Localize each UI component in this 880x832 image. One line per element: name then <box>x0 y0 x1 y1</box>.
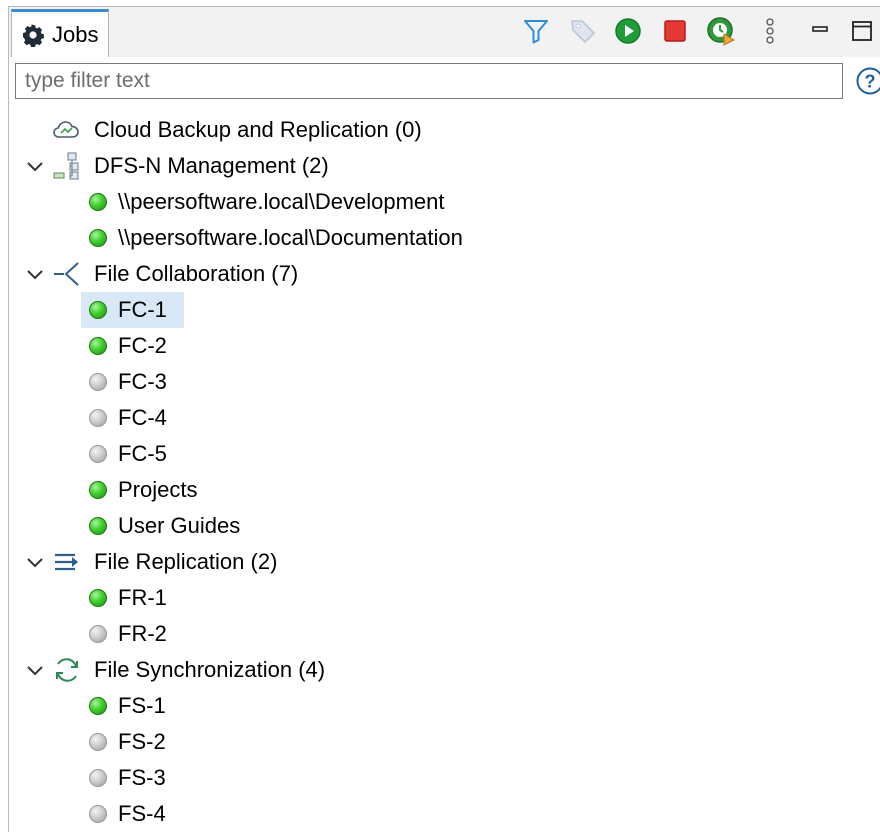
tree-item-label: FS-2 <box>118 724 166 760</box>
tree-group[interactable]: Cloud Backup and Replication (0) <box>9 112 869 148</box>
tree-item[interactable]: FS-2 <box>9 724 869 760</box>
tree-item-label: \\peersoftware.local\Development <box>118 184 445 220</box>
tree-item-label: FS-3 <box>118 760 166 796</box>
tree-item[interactable]: FR-1 <box>9 580 869 616</box>
chevron-down-icon[interactable] <box>25 264 45 284</box>
run-scheduled-icon <box>706 16 736 46</box>
collaboration-icon <box>52 259 82 289</box>
tag-icon <box>569 17 597 45</box>
tree-item-label: FS-1 <box>118 688 166 724</box>
tab-jobs[interactable]: Jobs <box>11 9 109 57</box>
status-gray-icon <box>89 409 107 427</box>
tree-group-label: DFS-N Management (2) <box>94 148 329 184</box>
start-button[interactable] <box>613 16 643 46</box>
maximize-button[interactable] <box>847 16 877 46</box>
sync-icon <box>52 655 82 685</box>
stop-button[interactable] <box>660 16 690 46</box>
tree-item[interactable]: FS-4 <box>9 796 869 832</box>
tree-item-label: FR-2 <box>118 616 167 652</box>
dfs-network-icon <box>52 151 82 181</box>
status-gray-icon <box>89 445 107 463</box>
status-gray-icon <box>89 373 107 391</box>
tree-group[interactable]: DFS-N Management (2) <box>9 148 869 184</box>
tree-item[interactable]: FC-4 <box>9 400 869 436</box>
tree-item-label: Projects <box>118 472 197 508</box>
svg-text:?: ? <box>865 72 876 92</box>
gear-icon <box>21 23 45 47</box>
run-scheduled-button[interactable] <box>706 16 736 46</box>
tree-group[interactable]: File Collaboration (7) <box>9 256 869 292</box>
tree-item-label: FC-3 <box>118 364 167 400</box>
tree-group-label: File Replication (2) <box>94 544 277 580</box>
tree-item-label: User Guides <box>118 508 240 544</box>
tree-group-label: File Collaboration (7) <box>94 256 298 292</box>
status-green-icon <box>89 229 107 247</box>
filter-button[interactable] <box>521 16 551 46</box>
tree-group-label: File Synchronization (4) <box>94 652 325 688</box>
tree-item[interactable]: FS-3 <box>9 760 869 796</box>
help-icon[interactable]: ? <box>855 66 880 96</box>
status-green-icon <box>89 301 107 319</box>
status-gray-icon <box>89 769 107 787</box>
tree-item-label: FR-1 <box>118 580 167 616</box>
tree-item[interactable]: FC-3 <box>9 364 869 400</box>
status-gray-icon <box>89 733 107 751</box>
chevron-down-icon[interactable] <box>25 552 45 572</box>
status-green-icon <box>89 337 107 355</box>
status-green-icon <box>89 589 107 607</box>
cloud-icon <box>52 115 82 145</box>
tab-jobs-label: Jobs <box>52 23 98 47</box>
tree-item-label: FC-4 <box>118 400 167 436</box>
view-menu-icon <box>765 17 775 45</box>
chevron-down-icon[interactable] <box>25 156 45 176</box>
tree-item-label: FS-4 <box>118 796 166 832</box>
tag-button[interactable] <box>568 16 598 46</box>
tree-group[interactable]: File Synchronization (4) <box>9 652 869 688</box>
tree-item-label: FC-5 <box>118 436 167 472</box>
status-gray-icon <box>89 625 107 643</box>
jobs-view: Jobs <box>8 6 880 832</box>
status-green-icon <box>89 481 107 499</box>
view-tab-bar: Jobs <box>9 7 880 57</box>
minimize-button[interactable] <box>805 16 835 46</box>
tree-item[interactable]: \\peersoftware.local\Development <box>9 184 869 220</box>
tree-item[interactable]: FR-2 <box>9 616 869 652</box>
tree-item[interactable]: FS-1 <box>9 688 869 724</box>
tree-item[interactable]: FC-5 <box>9 436 869 472</box>
status-green-icon <box>89 193 107 211</box>
maximize-icon <box>851 20 873 42</box>
stop-icon <box>662 18 688 44</box>
status-green-icon <box>89 697 107 715</box>
status-green-icon <box>89 517 107 535</box>
filter-input[interactable] <box>15 63 843 99</box>
status-gray-icon <box>89 805 107 823</box>
tree-item-label: FC-1 <box>118 292 167 328</box>
tree-item[interactable]: FC-2 <box>9 328 869 364</box>
start-icon <box>614 17 642 45</box>
replication-arrows-icon <box>52 547 82 577</box>
tree-group-label: Cloud Backup and Replication (0) <box>94 112 422 148</box>
tree-item[interactable]: Projects <box>9 472 869 508</box>
tree-item-label: FC-2 <box>118 328 167 364</box>
tree-group[interactable]: File Replication (2) <box>9 544 869 580</box>
tree-item[interactable]: \\peersoftware.local\Documentation <box>9 220 869 256</box>
tree-item[interactable]: User Guides <box>9 508 869 544</box>
minimize-icon <box>810 21 830 41</box>
filter-icon <box>523 18 549 44</box>
view-menu-button[interactable] <box>762 16 778 46</box>
tree-item-label: \\peersoftware.local\Documentation <box>118 220 463 256</box>
chevron-down-icon[interactable] <box>25 660 45 680</box>
tree-item[interactable]: FC-1 <box>9 292 869 328</box>
